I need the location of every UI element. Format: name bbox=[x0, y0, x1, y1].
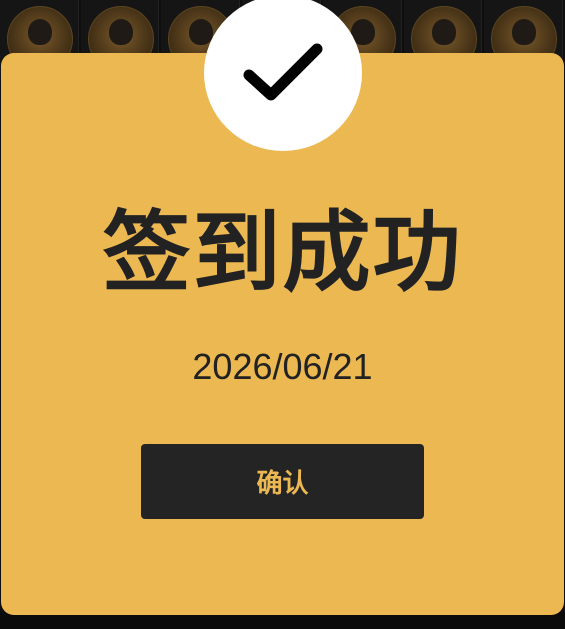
checkin-date: 2026/06/21 bbox=[192, 346, 373, 387]
confirm-button[interactable]: 确认 bbox=[141, 444, 424, 519]
dialog-title: 签到成功 bbox=[102, 201, 463, 304]
checkmark-icon bbox=[243, 43, 323, 101]
success-badge bbox=[204, 0, 362, 151]
